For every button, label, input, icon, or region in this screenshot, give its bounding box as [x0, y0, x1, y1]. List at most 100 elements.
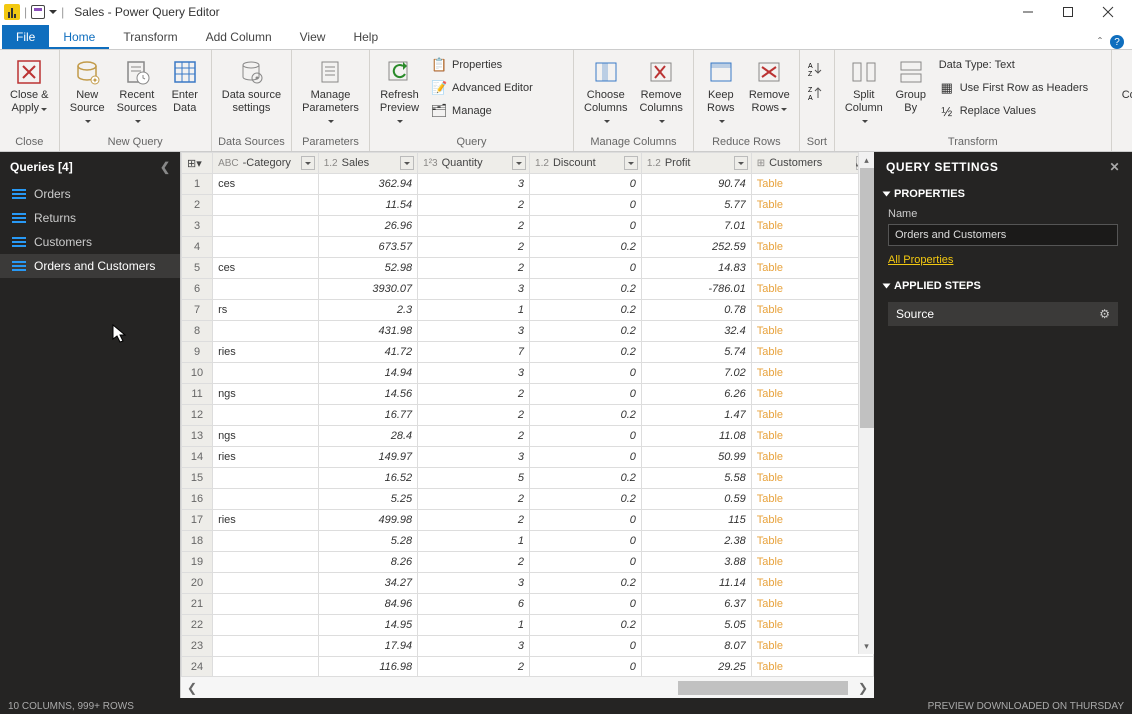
cell[interactable]: 3.88: [641, 552, 751, 573]
cell[interactable]: 2: [418, 405, 530, 426]
cell[interactable]: [213, 594, 319, 615]
cell[interactable]: Table: [751, 573, 873, 594]
column-header[interactable]: 1.2Profit: [641, 153, 751, 174]
cell[interactable]: 2: [418, 258, 530, 279]
collapse-ribbon-icon[interactable]: ˆ: [1098, 35, 1102, 49]
cell[interactable]: 6: [418, 594, 530, 615]
column-header[interactable]: ⊞Customers⤢: [751, 153, 873, 174]
cell[interactable]: 0: [530, 594, 642, 615]
cell[interactable]: [213, 552, 319, 573]
cell[interactable]: ngs: [213, 384, 319, 405]
table-row[interactable]: 11ngs14.56206.26Table: [182, 384, 874, 405]
table-row[interactable]: 1ces362.943090.74Table: [182, 174, 874, 195]
cell[interactable]: 3: [418, 174, 530, 195]
refresh-preview-button[interactable]: Refresh Preview: [376, 54, 423, 129]
row-number[interactable]: 7: [182, 300, 213, 321]
remove-columns-button[interactable]: Remove Columns: [635, 54, 686, 129]
cell[interactable]: 11.08: [641, 426, 751, 447]
row-number[interactable]: 9: [182, 342, 213, 363]
qat-dropdown-icon[interactable]: [49, 10, 57, 14]
cell[interactable]: 2.3: [318, 300, 417, 321]
cell[interactable]: 7: [418, 342, 530, 363]
row-number[interactable]: 20: [182, 573, 213, 594]
cell[interactable]: [213, 489, 319, 510]
gear-icon[interactable]: ⚙: [1099, 307, 1110, 321]
cell[interactable]: 8.26: [318, 552, 417, 573]
cell[interactable]: 0: [530, 195, 642, 216]
table-row[interactable]: 185.28102.38Table: [182, 531, 874, 552]
cell[interactable]: 499.98: [318, 510, 417, 531]
cell[interactable]: [213, 279, 319, 300]
close-settings-icon[interactable]: ✕: [1109, 160, 1120, 174]
manage-parameters-button[interactable]: Manage Parameters: [298, 54, 363, 129]
table-row[interactable]: 1216.7720.21.47Table: [182, 405, 874, 426]
column-header[interactable]: 1²3Quantity: [418, 153, 530, 174]
table-row[interactable]: 63930.0730.2-786.01Table: [182, 279, 874, 300]
cell[interactable]: 0.2: [530, 237, 642, 258]
table-row[interactable]: 2317.94308.07Table: [182, 636, 874, 657]
cell[interactable]: 0: [530, 426, 642, 447]
data-source-settings-button[interactable]: Data source settings: [218, 54, 285, 116]
cell[interactable]: Table: [751, 174, 873, 195]
cell[interactable]: 0: [530, 447, 642, 468]
cell[interactable]: 11.14: [641, 573, 751, 594]
cell[interactable]: 116.98: [318, 657, 417, 677]
cell[interactable]: [213, 405, 319, 426]
cell[interactable]: 0.2: [530, 489, 642, 510]
cell[interactable]: ries: [213, 447, 319, 468]
cell[interactable]: 1: [418, 615, 530, 636]
cell[interactable]: ngs: [213, 426, 319, 447]
cell[interactable]: Table: [751, 636, 873, 657]
cell[interactable]: 17.94: [318, 636, 417, 657]
cell[interactable]: 0.2: [530, 342, 642, 363]
table-row[interactable]: 1014.94307.02Table: [182, 363, 874, 384]
cell[interactable]: -786.01: [641, 279, 751, 300]
query-item[interactable]: Customers: [0, 230, 180, 254]
sort-desc-button[interactable]: ZA: [806, 82, 828, 104]
cell[interactable]: [213, 363, 319, 384]
table-row[interactable]: 7rs2.310.20.78Table: [182, 300, 874, 321]
cell[interactable]: 11.54: [318, 195, 417, 216]
cell[interactable]: Table: [751, 216, 873, 237]
cell[interactable]: 28.4: [318, 426, 417, 447]
save-icon[interactable]: [31, 5, 45, 19]
cell[interactable]: 0.2: [530, 615, 642, 636]
cell[interactable]: 0: [530, 174, 642, 195]
cell[interactable]: 14.94: [318, 363, 417, 384]
split-column-button[interactable]: Split Column: [841, 54, 887, 129]
cell[interactable]: Table: [751, 510, 873, 531]
column-filter-icon[interactable]: [301, 156, 315, 170]
cell[interactable]: 0: [530, 510, 642, 531]
column-header[interactable]: 1.2Sales: [318, 153, 417, 174]
tab-help[interactable]: Help: [339, 25, 392, 49]
cell[interactable]: 0: [530, 384, 642, 405]
cell[interactable]: 5.77: [641, 195, 751, 216]
cell[interactable]: 5.58: [641, 468, 751, 489]
cell[interactable]: rs: [213, 300, 319, 321]
row-number[interactable]: 3: [182, 216, 213, 237]
table-row[interactable]: 14ries149.973050.99Table: [182, 447, 874, 468]
help-icon[interactable]: ?: [1110, 35, 1124, 49]
row-number[interactable]: 10: [182, 363, 213, 384]
recent-sources-button[interactable]: Recent Sources: [113, 54, 161, 129]
cell[interactable]: ries: [213, 510, 319, 531]
cell[interactable]: Table: [751, 363, 873, 384]
cell[interactable]: 14.56: [318, 384, 417, 405]
column-header[interactable]: ABC-Category: [213, 153, 319, 174]
cell[interactable]: 29.25: [641, 657, 751, 677]
cell[interactable]: 115: [641, 510, 751, 531]
cell[interactable]: 3: [418, 447, 530, 468]
tab-transform[interactable]: Transform: [109, 25, 191, 49]
keep-rows-button[interactable]: Keep Rows: [700, 54, 742, 129]
cell[interactable]: Table: [751, 342, 873, 363]
table-row[interactable]: 2184.96606.37Table: [182, 594, 874, 615]
table-row[interactable]: 1516.5250.25.58Table: [182, 468, 874, 489]
cell[interactable]: [213, 573, 319, 594]
cell[interactable]: Table: [751, 552, 873, 573]
cell[interactable]: 3: [418, 573, 530, 594]
cell[interactable]: Table: [751, 615, 873, 636]
query-item[interactable]: Returns: [0, 206, 180, 230]
cell[interactable]: ces: [213, 258, 319, 279]
table-row[interactable]: 5ces52.982014.83Table: [182, 258, 874, 279]
tab-file[interactable]: File: [2, 25, 49, 49]
